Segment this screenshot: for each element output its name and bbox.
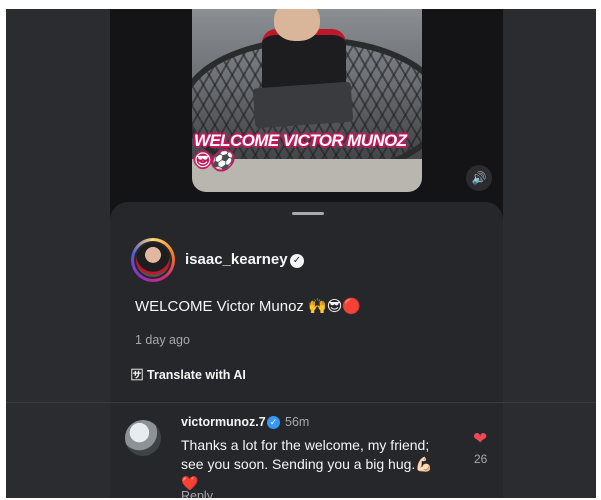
like-count: 26 (474, 452, 488, 466)
post-username[interactable]: isaac_kearney (185, 251, 288, 268)
speaker-icon[interactable]: 🔊 (466, 165, 492, 191)
translate-button[interactable]: 🈂 Translate with AI (131, 366, 246, 383)
video-player[interactable]: WELCOME VICTOR MUNOZ 😎⚽ (192, 9, 422, 192)
heart-icon[interactable]: ❤ (473, 429, 487, 449)
verified-badge-icon: ✓ (267, 416, 280, 429)
reply-button[interactable]: Reply (181, 489, 213, 498)
comment-text: Thanks a lot for the welcome, my friend;… (181, 436, 453, 493)
divider (6, 402, 596, 403)
video-caption: WELCOME VICTOR MUNOZ 😎⚽ (194, 131, 407, 170)
translate-icon: 🈂 (131, 368, 144, 382)
translate-label: Translate with AI (147, 367, 246, 382)
comment-username[interactable]: victormunoz.7 (181, 415, 266, 429)
comment-timestamp: 56m (285, 415, 310, 429)
post-timestamp: 1 day ago (135, 333, 190, 347)
comment-body: Thanks a lot for the welcome, my friend;… (181, 437, 433, 472)
drag-handle[interactable] (292, 212, 324, 215)
verified-badge-icon: ✓ (290, 254, 304, 268)
avatar[interactable] (131, 238, 175, 282)
comment-avatar[interactable] (125, 420, 161, 456)
post-caption: WELCOME Victor Munoz 🙌😎🔴 (135, 298, 362, 315)
app-frame: WELCOME VICTOR MUNOZ 😎⚽ 🔊 isaac_kearney … (6, 9, 596, 498)
video-area: WELCOME VICTOR MUNOZ 😎⚽ 🔊 (110, 9, 503, 224)
